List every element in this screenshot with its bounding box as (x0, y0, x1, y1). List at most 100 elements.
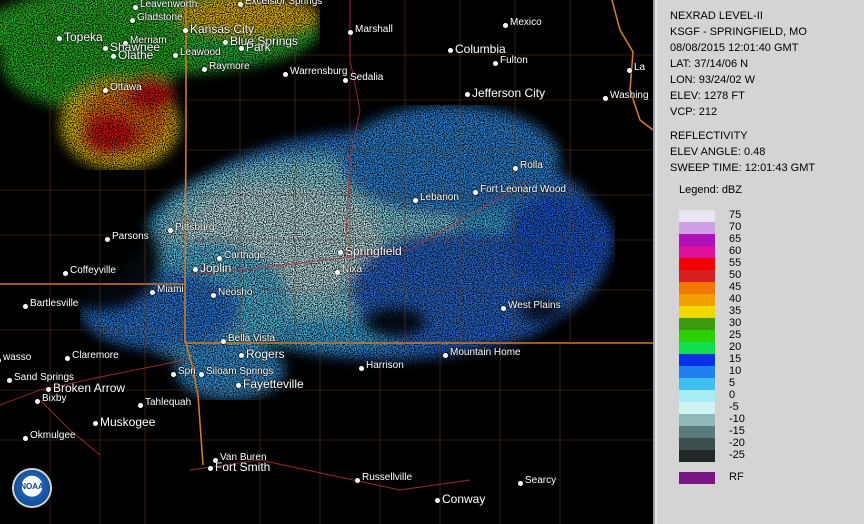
city-label: Bixby (42, 393, 67, 404)
legend-row: 5 (679, 377, 735, 390)
city-marker (518, 481, 523, 486)
city-marker (183, 28, 188, 33)
city-marker (133, 5, 138, 10)
city-marker (57, 36, 62, 41)
city-label: La (634, 62, 646, 73)
city-marker (103, 46, 108, 51)
legend-value: 10 (729, 365, 742, 377)
scan-datetime: 08/08/2015 12:01:40 GMT (670, 42, 799, 54)
radar-map[interactable]: Leavenworth Excelsior Springs Gladstone Kan… (0, 0, 655, 524)
legend-row: 20 (679, 341, 741, 354)
city-marker (208, 466, 213, 471)
city-marker (173, 53, 178, 58)
legend-row: 30 (679, 317, 741, 330)
city-label: Mountain Home (450, 347, 521, 358)
city-label: Nixa (342, 264, 363, 275)
radar-viewer: Leavenworth Excelsior Springs Gladstone Kan… (0, 0, 864, 524)
city-marker (359, 366, 364, 371)
city-label: Mexico (510, 17, 542, 28)
city-label: Leavenworth (140, 0, 198, 10)
city-label: Lebanon (420, 192, 459, 203)
city-marker (103, 88, 108, 93)
legend-value: 25 (729, 329, 742, 341)
city-marker (23, 304, 28, 309)
city-label: Washing (610, 90, 649, 101)
legend-value: -5 (729, 401, 739, 413)
dbz-legend: 75 70 65 60 55 50 45 40 35 30 25 20 15 10 5 0 -5 -10 -15 -2… (679, 209, 745, 462)
city-label: Warrensburg (290, 66, 348, 77)
legend-row: 55 (679, 257, 741, 270)
city-marker (448, 48, 453, 53)
city-label: Olathe (118, 48, 154, 62)
city-label: Ottawa (110, 82, 142, 93)
legend-swatch (679, 390, 715, 402)
legend-row: 70 (679, 221, 741, 234)
vcp: VCP: 212 (670, 106, 718, 118)
elevation: ELEV: 1278 FT (670, 90, 745, 102)
city-label: Carthage (224, 250, 266, 261)
longitude: LON: 93/24/02 W (670, 74, 755, 86)
legend-row: 60 (679, 245, 741, 258)
legend-swatch (679, 402, 715, 414)
legend-swatch (679, 246, 715, 258)
legend-swatch (679, 222, 715, 234)
city-label: Okmulgee (30, 430, 76, 441)
latitude: LAT: 37/14/06 N (670, 58, 749, 70)
city-label: Topeka (64, 30, 103, 44)
legend-value: -15 (729, 425, 745, 437)
map-layers (0, 0, 653, 524)
city-label: Springfield (345, 244, 402, 258)
city-label: Bella Vista (228, 333, 276, 344)
legend-swatch (679, 306, 715, 318)
product-type: REFLECTIVITY (670, 130, 748, 142)
legend-row: 40 (679, 293, 741, 306)
legend-row: 75 (679, 209, 741, 222)
noaa-logo: NOAA (14, 470, 50, 506)
product-label: NEXRAD LEVEL-II (670, 10, 763, 22)
city-label: Neosho (218, 287, 253, 298)
city-label: Parsons (112, 231, 149, 242)
city-label: Sedalia (350, 72, 384, 83)
legend-row: -5 (679, 401, 739, 414)
city-label: Pittsburg (175, 222, 215, 233)
legend-row: 65 (679, 233, 741, 246)
city-label: Russellville (362, 472, 413, 483)
elev-angle: ELEV ANGLE: 0.48 (670, 146, 766, 158)
city-marker (138, 403, 143, 408)
city-label: Park (246, 40, 271, 54)
city-marker (150, 290, 155, 295)
city-marker (493, 61, 498, 66)
legend-value: -10 (729, 413, 745, 425)
city-marker (338, 250, 343, 255)
city-label: Fayetteville (243, 377, 304, 391)
city-marker (130, 18, 135, 23)
city-marker (105, 237, 110, 242)
city-marker (465, 92, 470, 97)
city-label: Conway (442, 492, 486, 506)
legend-row: 45 (679, 281, 741, 294)
city-marker (171, 372, 176, 377)
legend-swatch (679, 366, 715, 378)
city-label: Jefferson City (472, 86, 546, 100)
city-marker (501, 306, 506, 311)
city-marker (443, 353, 448, 358)
city-label: Rogers (246, 347, 285, 361)
info-panel: NEXRAD LEVEL-II KSGF - SPRINGFIELD, MO 0… (655, 0, 864, 524)
city-label: Raymore (209, 61, 250, 72)
legend-swatch (679, 270, 715, 282)
city-marker (239, 46, 244, 51)
legend-value: 60 (729, 245, 742, 257)
city-label: West Plains (508, 300, 561, 311)
legend-swatch (679, 330, 715, 342)
city-label: Harrison (366, 360, 404, 371)
city-marker (435, 498, 440, 503)
city-marker (355, 478, 360, 483)
legend-value: 0 (729, 389, 736, 401)
legend-value: 20 (729, 341, 742, 353)
city-marker (168, 228, 173, 233)
legend-swatch (679, 282, 715, 294)
legend-title: Legend: dBZ (679, 184, 742, 196)
city-label: Muskogee (100, 415, 156, 429)
city-marker (603, 96, 608, 101)
legend-swatch (679, 450, 715, 462)
